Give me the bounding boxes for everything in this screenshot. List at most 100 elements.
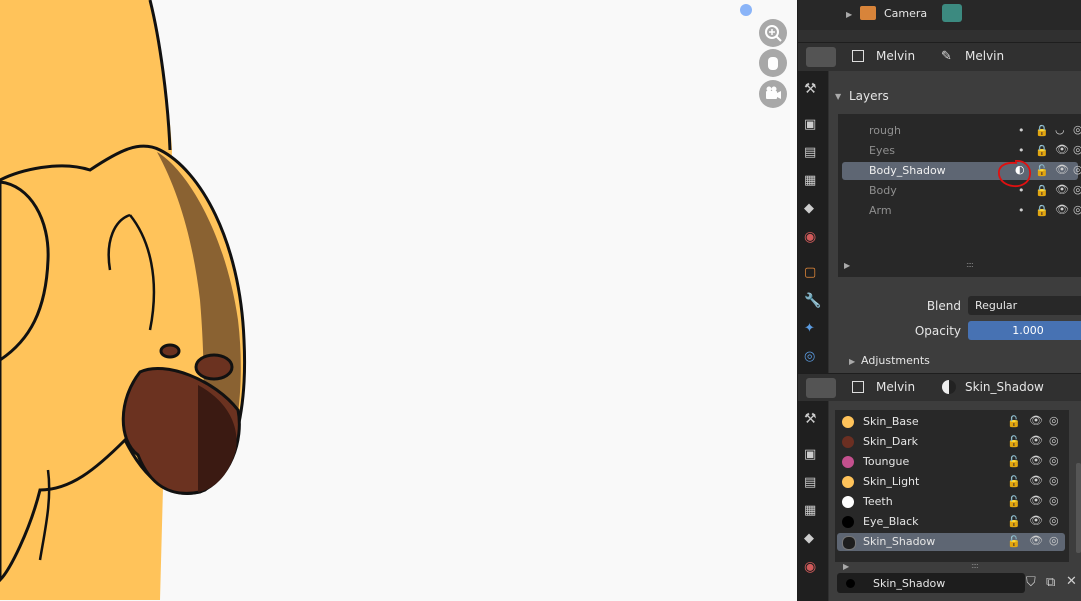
lock-icon[interactable]: 🔒: [1035, 124, 1049, 137]
mask-dot-icon[interactable]: •: [1018, 144, 1025, 157]
material-slot-row-selected[interactable]: Skin_Shadow 🔓 👁 ◎: [837, 533, 1065, 551]
eye-icon[interactable]: 👁: [1029, 514, 1043, 527]
eye-icon[interactable]: 👁: [1055, 143, 1069, 156]
material-name-field-value: Skin_Shadow: [873, 577, 946, 590]
lock-icon[interactable]: 🔒: [1035, 184, 1049, 197]
eye-icon[interactable]: 👁: [1029, 534, 1043, 547]
onion-icon[interactable]: ◎: [1073, 183, 1081, 196]
3d-viewport[interactable]: [0, 0, 797, 601]
layer-row[interactable]: Arm • 🔒 👁 ◎: [842, 202, 1081, 220]
onion-icon[interactable]: ◎: [1049, 414, 1059, 427]
render-icon[interactable]: ▣: [804, 447, 824, 467]
view-layer-icon[interactable]: ▦: [804, 173, 824, 193]
list-resize-grip[interactable]: ::::: [966, 260, 974, 269]
onion-icon[interactable]: ◎: [1049, 474, 1059, 487]
material-name-field[interactable]: Skin_Shadow: [837, 573, 1025, 593]
eye-closed-icon[interactable]: ◡: [1055, 123, 1065, 136]
onion-icon[interactable]: ◎: [1073, 143, 1081, 156]
layer-row[interactable]: Eyes • 🔒 👁 ◎: [842, 142, 1081, 160]
object-icon[interactable]: ▢: [804, 265, 824, 285]
list-scrollbar[interactable]: [1076, 463, 1081, 553]
list-expand-arrow[interactable]: ▶: [843, 562, 849, 571]
expand-arrow-icon[interactable]: ▶: [846, 10, 852, 19]
render-icon[interactable]: ▣: [804, 117, 824, 137]
onion-icon[interactable]: ◎: [1049, 434, 1059, 447]
world-icon[interactable]: ◉: [804, 229, 824, 249]
mask-dot-icon[interactable]: •: [1018, 204, 1025, 217]
fake-user-shield-icon[interactable]: ⛉: [1026, 575, 1036, 590]
eye-icon[interactable]: 👁: [1029, 494, 1043, 507]
object-name-label[interactable]: Melvin: [876, 380, 915, 394]
layer-row[interactable]: rough • 🔒 ◡ ◎: [842, 122, 1081, 140]
lock-open-icon[interactable]: 🔓: [1007, 495, 1021, 508]
eye-icon[interactable]: 👁: [1055, 163, 1069, 176]
properties-header-material: Melvin Skin_Shadow: [798, 373, 1081, 401]
onion-icon[interactable]: ◎: [1073, 203, 1081, 216]
lock-open-icon[interactable]: 🔓: [1007, 435, 1021, 448]
onion-icon[interactable]: ◎: [1073, 123, 1081, 136]
adjustments-label[interactable]: Adjustments: [861, 354, 930, 367]
onion-icon[interactable]: ◎: [1049, 494, 1059, 507]
material-slot-row[interactable]: Eye_Black 🔓 👁 ◎: [837, 513, 1065, 531]
object-name-label[interactable]: Melvin: [876, 49, 915, 63]
output-icon[interactable]: ▤: [804, 475, 824, 495]
list-resize-grip[interactable]: ::::: [971, 561, 979, 570]
data-name-label[interactable]: Melvin: [965, 49, 1004, 63]
onion-icon[interactable]: ◎: [1049, 514, 1059, 527]
lock-open-icon[interactable]: 🔓: [1007, 455, 1021, 468]
lock-open-icon[interactable]: 🔓: [1007, 515, 1021, 528]
hand-pan-icon[interactable]: [759, 49, 787, 77]
eye-icon[interactable]: 👁: [1029, 454, 1043, 467]
material-slot-row[interactable]: Toungue 🔓 👁 ◎: [837, 453, 1065, 471]
lock-open-icon[interactable]: 🔓: [1007, 415, 1021, 428]
material-slot-row[interactable]: Skin_Dark 🔓 👁 ◎: [837, 433, 1065, 451]
camera-data-icon[interactable]: [942, 4, 962, 22]
outliner-row[interactable]: ▶ Camera: [798, 0, 1081, 30]
opacity-slider[interactable]: 1.000: [968, 321, 1081, 340]
onion-icon[interactable]: ◎: [1049, 534, 1059, 547]
duplicate-icon[interactable]: ⧉: [1046, 575, 1055, 590]
material-name-label[interactable]: Skin_Shadow: [965, 380, 1044, 394]
editor-type-selector[interactable]: [806, 47, 836, 67]
lock-open-icon[interactable]: 🔓: [1007, 475, 1021, 488]
scene-icon[interactable]: ◆: [804, 201, 824, 221]
eye-icon[interactable]: 👁: [1029, 434, 1043, 447]
list-expand-arrow[interactable]: ▶: [844, 261, 850, 270]
eye-icon[interactable]: 👁: [1029, 474, 1043, 487]
particles-icon[interactable]: ✦: [804, 321, 824, 341]
eye-icon[interactable]: 👁: [1055, 183, 1069, 196]
lock-open-icon[interactable]: 🔓: [1035, 164, 1049, 177]
material-slot-row[interactable]: Skin_Light 🔓 👁 ◎: [837, 473, 1065, 491]
camera-view-icon[interactable]: [759, 80, 787, 108]
panel-collapse-arrow[interactable]: ▼: [835, 92, 841, 101]
lock-icon[interactable]: 🔒: [1035, 204, 1049, 217]
layers-panel-title[interactable]: Layers: [849, 89, 889, 103]
outliner-camera-label[interactable]: Camera: [884, 7, 927, 20]
close-icon[interactable]: ✕: [1066, 574, 1077, 589]
output-icon[interactable]: ▤: [804, 145, 824, 165]
viewport-gizmo-dot[interactable]: [740, 4, 752, 16]
layer-row[interactable]: Body • 🔒 👁 ◎: [842, 182, 1081, 200]
modifier-icon[interactable]: 🔧: [804, 293, 824, 313]
blend-dropdown[interactable]: Regular: [968, 296, 1081, 315]
zoom-icon[interactable]: [759, 19, 787, 47]
scene-icon[interactable]: ◆: [804, 531, 824, 551]
eye-icon[interactable]: 👁: [1029, 414, 1043, 427]
world-icon[interactable]: ◉: [804, 559, 824, 579]
grease-pencil-icon: ✎: [941, 49, 952, 64]
tool-icon[interactable]: ⚒: [804, 81, 824, 101]
layer-row-selected[interactable]: Body_Shadow ◐ 🔓 👁 ◎: [842, 162, 1081, 180]
lock-open-icon[interactable]: 🔓: [1007, 535, 1021, 548]
editor-type-selector[interactable]: [806, 378, 836, 398]
tool-icon[interactable]: ⚒: [804, 411, 824, 431]
view-layer-icon[interactable]: ▦: [804, 503, 824, 523]
onion-icon[interactable]: ◎: [1073, 163, 1081, 176]
eye-icon[interactable]: 👁: [1055, 203, 1069, 216]
lock-icon[interactable]: 🔒: [1035, 144, 1049, 157]
physics-icon[interactable]: ◎: [804, 349, 824, 369]
mask-dot-icon[interactable]: •: [1018, 124, 1025, 137]
adjustments-expand-arrow[interactable]: ▶: [849, 357, 855, 366]
onion-icon[interactable]: ◎: [1049, 454, 1059, 467]
material-slot-row[interactable]: Skin_Base 🔓 👁 ◎: [837, 413, 1065, 431]
material-slot-row[interactable]: Teeth 🔓 👁 ◎: [837, 493, 1065, 511]
